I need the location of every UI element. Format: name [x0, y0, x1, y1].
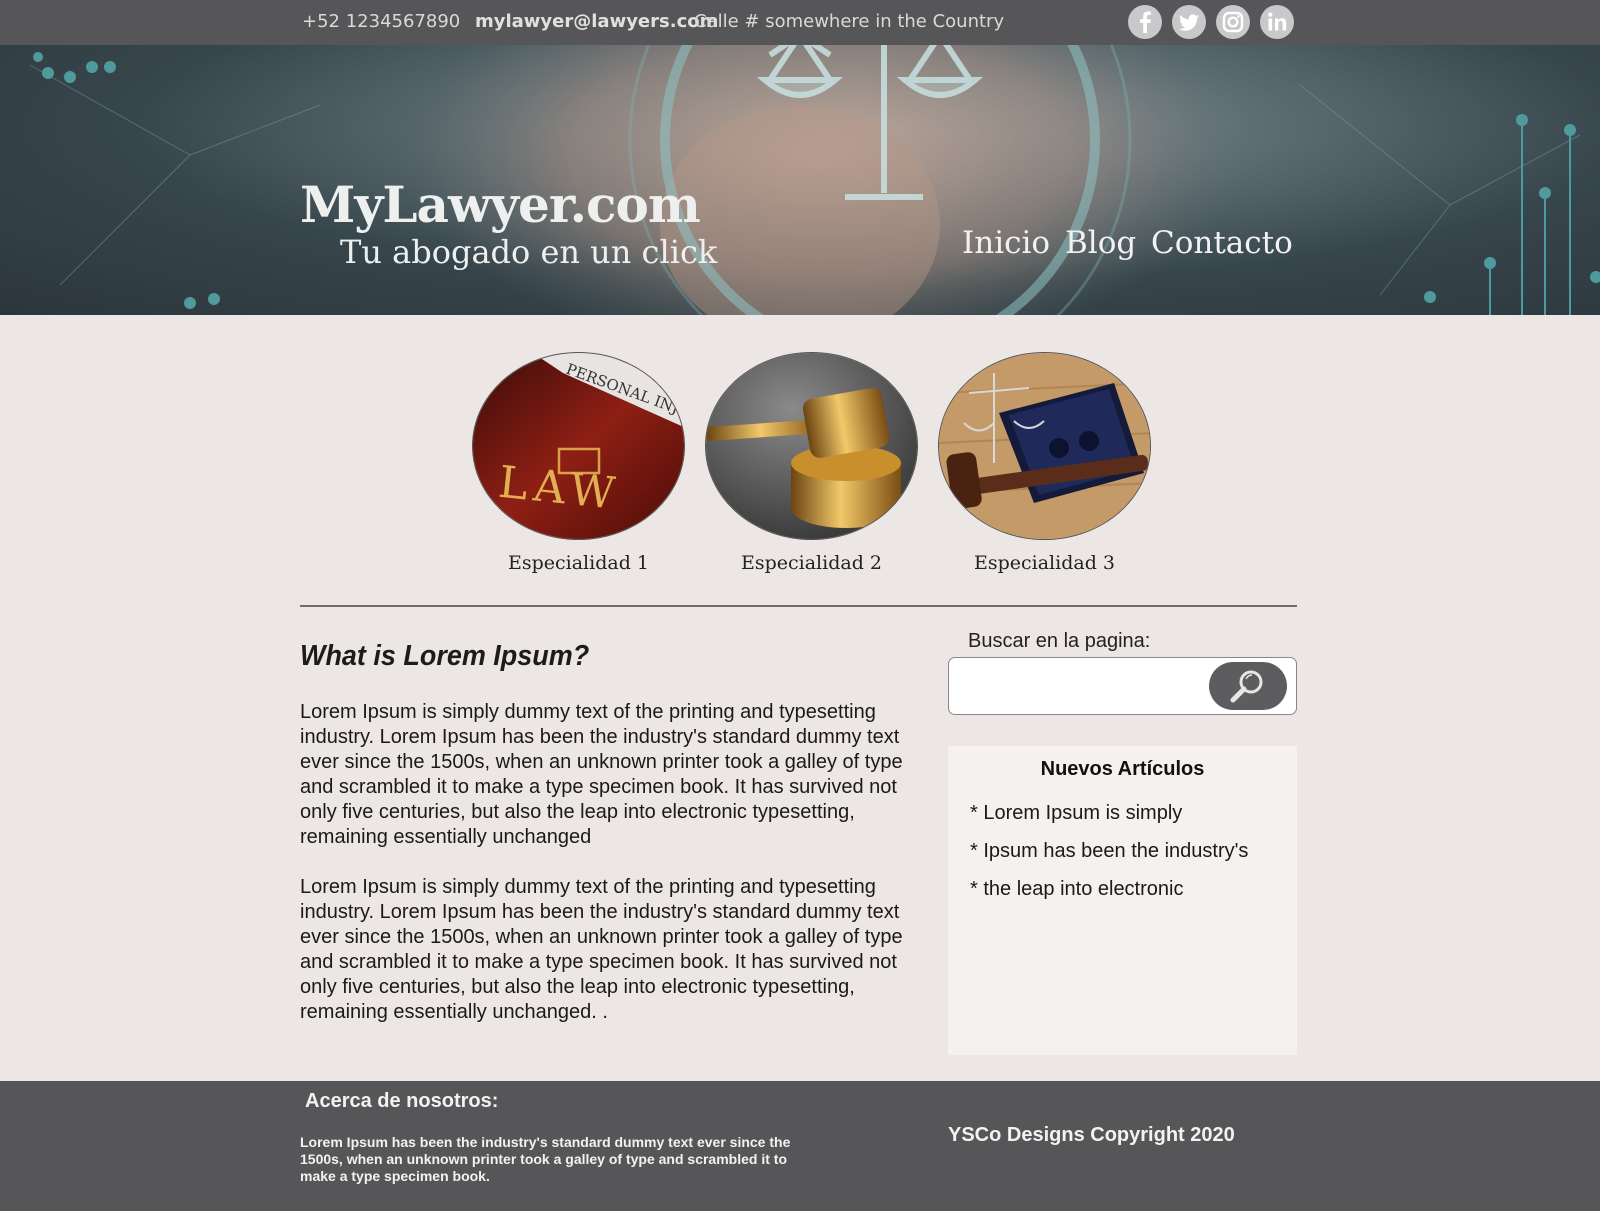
new-articles-title: Nuevos Artículos [1040, 758, 1205, 780]
specialty-card-3[interactable]: Especialidad 3 [938, 352, 1151, 574]
article-title: What is Lorem Ipsum? [300, 640, 590, 672]
phone-number: +52 1234567890 [302, 11, 461, 32]
new-article-link[interactable]: * Lorem Ipsum is simply [970, 802, 1182, 825]
new-article-link[interactable]: * the leap into electronic [970, 878, 1183, 901]
instagram-icon[interactable] [1216, 5, 1250, 39]
linkedin-icon[interactable] [1260, 5, 1294, 39]
facebook-icon[interactable] [1128, 5, 1162, 39]
specialty-label[interactable]: Especialidad 1 [472, 552, 685, 574]
scales-and-gavel-image[interactable] [938, 352, 1151, 540]
justice-background-image [29, 45, 1600, 315]
about-us-title: Acerca de nosotros: [305, 1090, 499, 1112]
law-book-image[interactable]: PERSONAL INJUR LAW [472, 352, 685, 540]
new-articles-panel: Nuevos Artículos * Lorem Ipsum is simply… [948, 746, 1297, 1055]
search-label: Buscar en la pagina: [968, 630, 1151, 652]
specialty-card-1[interactable]: PERSONAL INJUR LAW Especialidad 1 [472, 352, 685, 574]
specialty-card-2[interactable]: Especialidad 2 [705, 352, 918, 574]
search-button[interactable] [1209, 662, 1287, 710]
address-text: Calle # somewhere in the Country [694, 11, 1005, 32]
nav-blog[interactable]: Blog [1065, 225, 1136, 261]
section-divider [300, 605, 1297, 607]
search-icon [1230, 670, 1263, 703]
nav-contacto[interactable]: Contacto [1151, 225, 1293, 261]
site-tagline: Tu abogado en un click [340, 233, 718, 271]
search-input[interactable] [959, 670, 1194, 702]
about-us-text: Lorem Ipsum has been the industry's stan… [300, 1134, 791, 1184]
site-logo[interactable]: MyLawyer.com [300, 175, 701, 234]
top-contact-bar: +52 1234567890 mylawyer@lawyers.com Call… [0, 0, 1600, 45]
new-article-link[interactable]: * Ipsum has been the industry's [970, 840, 1248, 863]
article-paragraph-2: Lorem Ipsum is simply dummy text of the … [300, 876, 903, 1023]
gavel-image[interactable] [705, 352, 918, 540]
specialty-label[interactable]: Especialidad 3 [938, 552, 1151, 574]
nav-inicio[interactable]: Inicio [962, 225, 1050, 261]
hero-banner: MyLawyer.com Tu abogado en un click Inic… [0, 45, 1600, 315]
twitter-icon[interactable] [1172, 5, 1206, 39]
article-paragraph-1: Lorem Ipsum is simply dummy text of the … [300, 701, 903, 848]
email-link[interactable]: mylawyer@lawyers.com [475, 11, 718, 32]
specialty-label[interactable]: Especialidad 2 [705, 552, 918, 574]
copyright-text: YSCo Designs Copyright 2020 [948, 1124, 1235, 1146]
